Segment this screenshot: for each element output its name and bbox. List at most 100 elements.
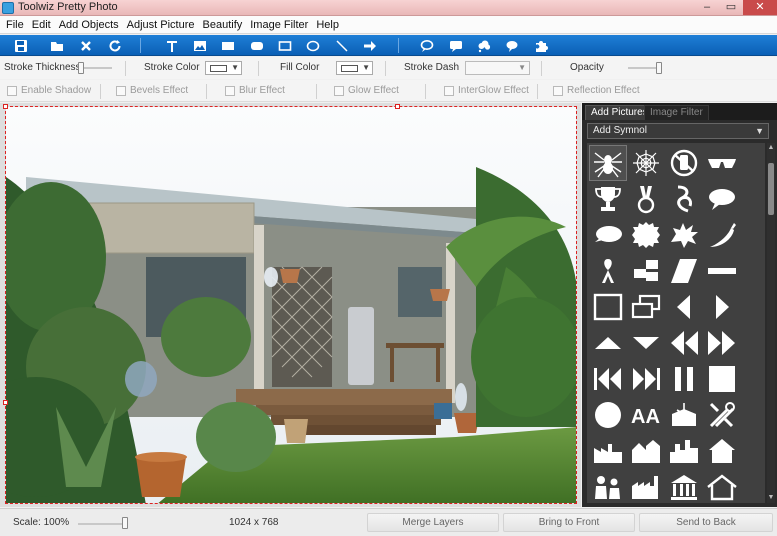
spider-web-icon[interactable]	[628, 146, 664, 180]
city-icon[interactable]	[666, 434, 702, 468]
skip-forward-icon[interactable]	[628, 362, 664, 396]
symbol-grid: AA	[587, 143, 765, 503]
open-folder-icon[interactable]	[48, 37, 66, 54]
sunglasses-icon[interactable]	[704, 146, 740, 180]
speech-bubble-icon[interactable]	[704, 182, 740, 216]
houses-icon[interactable]	[628, 434, 664, 468]
chevron-down-icon: ▼	[231, 63, 239, 72]
menu-add-objects[interactable]: Add Objects	[55, 16, 123, 34]
dash-bar-icon[interactable]	[704, 254, 740, 288]
trophy-icon[interactable]	[590, 182, 626, 216]
filled-rounded-rectangle-icon[interactable]	[248, 37, 266, 54]
no-phone-icon[interactable]	[666, 146, 702, 180]
factory-icon[interactable]	[590, 434, 626, 468]
scroll-up-icon[interactable]: ▲	[767, 144, 775, 152]
stacked-rectangles-icon[interactable]	[628, 290, 664, 324]
blur-checkbox[interactable]	[225, 86, 235, 96]
status-bar: Scale: 100% 1024 x 768 Merge Layers Brin…	[0, 508, 777, 536]
right-triangle-icon[interactable]	[704, 290, 740, 324]
fill-color-dropdown[interactable]: ▼	[336, 61, 373, 75]
resize-handle-middle-left[interactable]	[3, 400, 8, 405]
image-tool-icon[interactable]	[191, 37, 209, 54]
scroll-down-icon[interactable]: ▼	[767, 494, 775, 502]
opacity-thumb[interactable]	[656, 62, 662, 74]
scale-slider[interactable]	[78, 523, 128, 525]
people-icon[interactable]	[590, 470, 626, 503]
resize-handle-top-center[interactable]	[395, 104, 400, 109]
checker-steps-icon[interactable]	[628, 254, 664, 288]
filled-rectangle-icon[interactable]	[219, 37, 237, 54]
square-frame-icon[interactable]	[590, 290, 626, 324]
bank-icon[interactable]	[666, 470, 702, 503]
arrow-tool-icon[interactable]	[361, 37, 379, 54]
oval-callout-icon[interactable]	[503, 37, 521, 54]
left-triangle-icon[interactable]	[666, 290, 702, 324]
up-triangle-icon[interactable]	[590, 326, 626, 360]
maximize-button[interactable]: ▭	[719, 0, 743, 15]
stop-icon[interactable]	[704, 362, 740, 396]
pause-icon[interactable]	[666, 362, 702, 396]
spider-icon[interactable]	[589, 145, 627, 181]
explosion-icon[interactable]	[666, 218, 702, 252]
box-compass-icon[interactable]	[666, 398, 702, 432]
medal-icon[interactable]	[628, 182, 664, 216]
close-window-button[interactable]: ✕	[743, 0, 777, 15]
font-size-icon[interactable]: AA	[628, 398, 664, 432]
menu-file[interactable]: File	[2, 16, 28, 34]
menu-help[interactable]: Help	[312, 16, 343, 34]
send-to-back-button[interactable]: Send to Back	[639, 513, 773, 532]
cloud-callout-icon[interactable]	[475, 37, 493, 54]
rounded-speech-bubble-icon[interactable]	[590, 218, 626, 252]
menu-edit[interactable]: Edit	[28, 16, 55, 34]
backyard-house-photo	[6, 107, 576, 503]
rectangle-outline-icon[interactable]	[276, 37, 294, 54]
resize-handle-top-left[interactable]	[3, 104, 8, 109]
menu-image-filter[interactable]: Image Filter	[246, 16, 312, 34]
text-tool-icon[interactable]	[163, 37, 181, 54]
minimize-button[interactable]: –	[695, 0, 719, 15]
speech-bubble-icon[interactable]	[418, 37, 436, 54]
symbol-grid-scroll-thumb[interactable]	[768, 163, 774, 215]
house-icon[interactable]	[704, 434, 740, 468]
interglow-checkbox[interactable]	[444, 86, 454, 96]
glow-checkbox[interactable]	[334, 86, 344, 96]
stroke-dash-dropdown[interactable]: ▼	[465, 61, 530, 75]
skip-back-icon[interactable]	[590, 362, 626, 396]
bevels-label: Bevels Effect	[130, 85, 189, 96]
starburst-icon[interactable]	[628, 218, 664, 252]
fast-forward-icon[interactable]	[704, 326, 740, 360]
tab-image-filter[interactable]: Image Filter	[644, 105, 709, 120]
chili-pepper-icon[interactable]	[704, 218, 740, 252]
bevels-checkbox[interactable]	[116, 86, 126, 96]
down-triangle-icon[interactable]	[628, 326, 664, 360]
parallelogram-icon[interactable]	[666, 254, 702, 288]
rewind-icon[interactable]	[666, 326, 702, 360]
save-icon[interactable]	[12, 37, 30, 54]
close-icon[interactable]	[77, 37, 95, 54]
symbol-category-select[interactable]: Add Symnol ▼	[587, 123, 769, 139]
stroke-thickness-thumb[interactable]	[78, 62, 84, 74]
canvas-area[interactable]	[0, 103, 581, 507]
circle-icon[interactable]	[590, 398, 626, 432]
awareness-ribbon-icon[interactable]	[590, 254, 626, 288]
scale-slider-thumb[interactable]	[122, 517, 128, 529]
tools-icon[interactable]	[704, 398, 740, 432]
home-icon[interactable]	[704, 470, 740, 503]
enable-shadow-checkbox[interactable]	[7, 86, 17, 96]
line-tool-icon[interactable]	[333, 37, 351, 54]
industry-icon[interactable]	[628, 470, 664, 503]
stroke-color-dropdown[interactable]: ▼	[205, 61, 242, 75]
menu-adjust-picture[interactable]: Adjust Picture	[123, 16, 199, 34]
rect-callout-icon[interactable]	[447, 37, 465, 54]
merge-layers-button[interactable]: Merge Layers	[367, 513, 499, 532]
reflection-checkbox[interactable]	[553, 86, 563, 96]
photo-layer[interactable]	[5, 106, 577, 504]
ellipse-outline-icon[interactable]	[304, 37, 322, 54]
tool-strip	[0, 35, 777, 56]
bring-to-front-button[interactable]: Bring to Front	[503, 513, 635, 532]
puzzle-icon[interactable]	[532, 37, 550, 54]
ribbon-icon[interactable]	[666, 182, 702, 216]
menu-beautify[interactable]: Beautify	[199, 16, 247, 34]
refresh-icon[interactable]	[106, 37, 124, 54]
symbol-grid-scrollbar[interactable]: ▲ ▼	[767, 143, 775, 503]
